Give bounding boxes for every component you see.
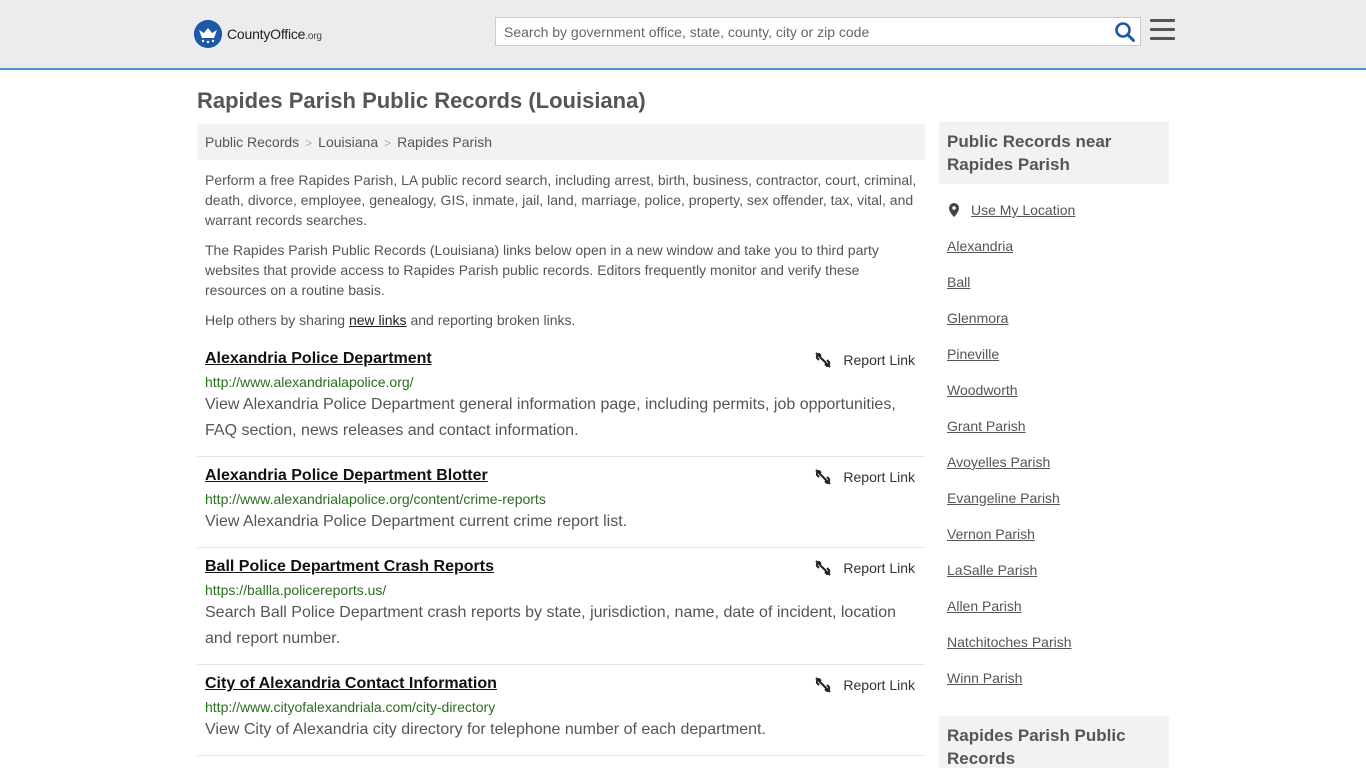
breadcrumb-separator-icon: >: [305, 136, 313, 150]
sidebar-heading-2: Rapides Parish Public Records: [939, 716, 1169, 768]
listing-url: https://ballla.policereports.us/: [205, 582, 387, 598]
breadcrumb-current: Rapides Parish: [397, 134, 493, 150]
broken-link-icon: [815, 352, 832, 368]
intro-paragraph-2: The Rapides Parish Public Records (Louis…: [205, 242, 879, 298]
hamburger-menu-icon[interactable]: [1150, 19, 1175, 41]
sidebar-link-avoyelles-parish[interactable]: Avoyelles Parish: [947, 454, 1050, 470]
listing-description: View Alexandria Police Department curren…: [205, 513, 628, 530]
listing-description: Search Ball Police Department crash repo…: [205, 604, 897, 647]
sidebar-link-evangeline-parish[interactable]: Evangeline Parish: [947, 490, 1060, 506]
listing-item: Alexandria Police Department Blotter Rep…: [197, 467, 925, 548]
new-links-link[interactable]: new links: [349, 312, 407, 328]
breadcrumb-separator-icon: >: [384, 136, 392, 150]
sidebar-link-ball[interactable]: Ball: [947, 274, 970, 290]
page-title: Rapides Parish Public Records (Louisiana…: [197, 88, 646, 113]
intro-paragraph-3: Help others by sharing new links and rep…: [205, 310, 917, 330]
listing-url: http://www.cityofalexandriala.com/city-d…: [205, 699, 496, 715]
broken-link-icon: [815, 677, 832, 693]
sidebar-link-vernon-parish[interactable]: Vernon Parish: [947, 526, 1035, 542]
broken-link-icon: [815, 469, 832, 485]
breadcrumb: Public Records > Louisiana > Rapides Parish: [197, 124, 925, 160]
use-my-location-label: Use My Location: [971, 202, 1076, 218]
report-link-label: Report Link: [843, 560, 915, 576]
use-my-location[interactable]: Use My Location: [947, 202, 1075, 218]
breadcrumb-louisiana[interactable]: Louisiana: [318, 134, 378, 150]
report-link-label: Report Link: [843, 469, 915, 485]
map-pin-icon: [949, 203, 959, 217]
sidebar-link-natchitoches-parish[interactable]: Natchitoches Parish: [947, 634, 1072, 650]
broken-link-icon: [815, 560, 832, 576]
listing-item: Ball Police Department Crash Reports Rep…: [197, 558, 925, 665]
sidebar-link-grant-parish[interactable]: Grant Parish: [947, 418, 1026, 434]
listing-title-link[interactable]: City of Alexandria Contact Information: [205, 675, 497, 693]
report-link-label: Report Link: [843, 677, 915, 693]
intro-text: and reporting broken links.: [406, 312, 576, 328]
logo-tld-text: .org: [305, 31, 322, 42]
intro-paragraph-1: Perform a free Rapides Parish, LA public…: [205, 172, 917, 228]
search-icon[interactable]: [1114, 21, 1136, 43]
sidebar-heading: Public Records near Rapides Parish: [939, 122, 1169, 184]
report-link-label: Report Link: [843, 352, 915, 368]
sidebar-link-woodworth[interactable]: Woodworth: [947, 382, 1018, 398]
sidebar-link-lasalle-parish[interactable]: LaSalle Parish: [947, 562, 1037, 578]
listing-title-link[interactable]: Alexandria Police Department: [205, 350, 432, 368]
site-logo[interactable]: CountyOffice.org: [194, 20, 322, 48]
site-header: CountyOffice.org: [0, 0, 1366, 70]
report-link-button[interactable]: Report Link: [815, 469, 915, 485]
sidebar-link-alexandria[interactable]: Alexandria: [947, 238, 1013, 254]
listing-url: http://www.alexandrialapolice.org/conten…: [205, 491, 546, 507]
intro-text: Help others by sharing: [205, 312, 349, 328]
logo-badge-icon: [194, 20, 222, 48]
sidebar-link-pineville[interactable]: Pineville: [947, 346, 999, 362]
listing-description: View Alexandria Police Department genera…: [205, 396, 896, 439]
report-link-button[interactable]: Report Link: [815, 352, 915, 368]
listing-item: Alexandria Police Department Report Link…: [197, 350, 925, 457]
listing-description: View City of Alexandria city directory f…: [205, 721, 766, 738]
logo-text: CountyOffice.org: [227, 26, 322, 42]
search-box: [495, 17, 1141, 46]
report-link-button[interactable]: Report Link: [815, 560, 915, 576]
listing-item: City of Alexandria Contact Information R…: [197, 675, 925, 756]
listing-title-link[interactable]: Alexandria Police Department Blotter: [205, 467, 488, 485]
listing-url: http://www.alexandrialapolice.org/: [205, 374, 414, 390]
search-input[interactable]: [496, 18, 1096, 45]
listing-title-link[interactable]: Ball Police Department Crash Reports: [205, 558, 494, 576]
sidebar-link-allen-parish[interactable]: Allen Parish: [947, 598, 1022, 614]
sidebar-link-glenmora[interactable]: Glenmora: [947, 310, 1008, 326]
sidebar-link-winn-parish[interactable]: Winn Parish: [947, 670, 1022, 686]
breadcrumb-public-records[interactable]: Public Records: [205, 134, 299, 150]
report-link-button[interactable]: Report Link: [815, 677, 915, 693]
logo-main-text: CountyOffice: [227, 26, 306, 42]
